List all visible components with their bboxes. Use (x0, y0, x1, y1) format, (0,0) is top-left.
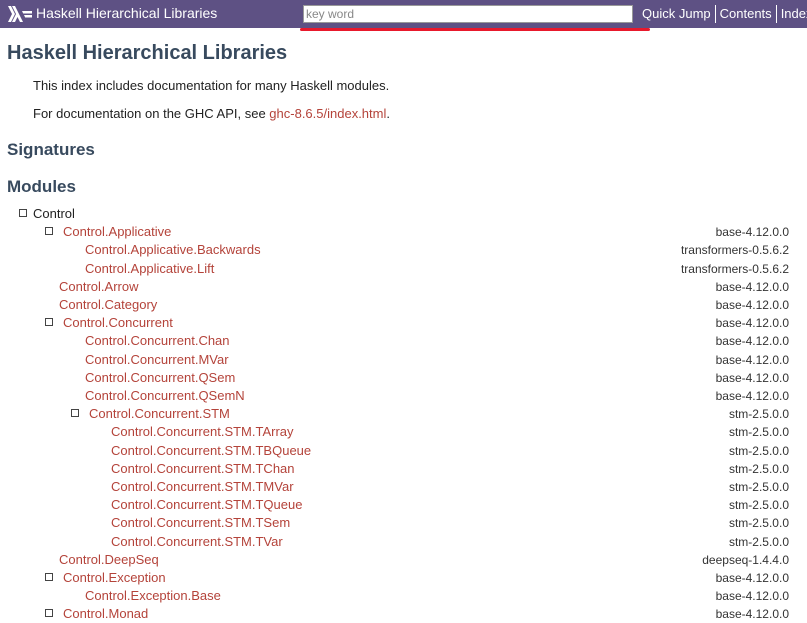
module-name[interactable]: Control.Arrow (59, 278, 138, 296)
module-package: base-4.12.0.0 (715, 316, 789, 331)
collapse-toggle-icon[interactable] (71, 409, 79, 418)
top-bar: Haskell Hierarchical Libraries Quick Jum… (0, 0, 807, 28)
index-link[interactable]: Index (775, 5, 807, 23)
module-row: Control.Concurrent.QSem base-4.12.0.0 (0, 369, 807, 387)
site-title[interactable]: Haskell Hierarchical Libraries (36, 5, 217, 21)
module-package: stm-2.5.0.0 (728, 480, 789, 494)
collapse-toggle-icon[interactable] (45, 318, 53, 327)
module-package: base-4.12.0.0 (715, 298, 789, 312)
module-package: base-4.12.0.0 (715, 279, 789, 294)
module-row: Control.Arrow base-4.12.0.0 (0, 278, 807, 296)
module-name[interactable]: Control.Concurrent.STM (89, 405, 230, 423)
module-package: transformers-0.5.6.2 (680, 261, 789, 276)
ghc-api-text: For documentation on the GHC API, see gh… (33, 106, 390, 121)
module-row: Control.Concurrent.STM.TArray stm-2.5.0.0 (0, 423, 807, 441)
module-row: Control.Category base-4.12.0.0 (0, 296, 807, 314)
module-package: deepseq-1.4.4.0 (702, 552, 789, 567)
module-name[interactable]: Control.Concurrent.Chan (85, 332, 230, 350)
intro-text: This index includes documentation for ma… (33, 78, 390, 93)
module-name[interactable]: Control.Concurrent.STM.TBQueue (111, 442, 311, 460)
module-name[interactable]: Control.Exception (63, 569, 166, 587)
ghc-api-prefix: For documentation on the GHC API, see (33, 106, 270, 121)
module-name[interactable]: Control.Exception.Base (85, 587, 221, 605)
module-package: base-4.12.0.0 (715, 607, 789, 622)
module-row: Control.Concurrent.STM.TVar stm-2.5.0.0 (0, 533, 807, 551)
ghc-api-suffix: . (386, 106, 390, 121)
collapse-toggle-icon[interactable] (45, 573, 53, 581)
modules-heading[interactable]: Modules (7, 177, 76, 197)
module-row: Control.Applicative.Backwards transformer… (0, 241, 807, 259)
module-package: stm-2.5.0.0 (728, 534, 789, 549)
module-row: Control.Exception base-4.12.0.0 (0, 569, 807, 587)
module-row: Control.Applicative.Lift transformers-0.5… (0, 260, 807, 278)
module-name[interactable]: Control.Concurrent.STM.TSem (111, 514, 290, 532)
collapse-toggle-icon[interactable] (19, 209, 27, 217)
module-name[interactable]: Control.Concurrent.STM.TMVar (111, 478, 294, 496)
module-package: base-4.12.0.0 (715, 334, 789, 349)
module-name[interactable]: Control.Concurrent.STM.TChan (111, 460, 295, 478)
page-title: Haskell Hierarchical Libraries (7, 42, 288, 64)
module-row: Control.Concurrent.STM.TQueue stm-2.5.0.0 (0, 496, 807, 514)
module-name[interactable]: Control.Concurrent.STM.TArray (111, 423, 294, 441)
search-input[interactable] (303, 5, 633, 23)
module-package: stm-2.5.0.0 (728, 425, 789, 440)
module-package: stm-2.5.0.0 (728, 516, 789, 531)
module-package: stm-2.5.0.0 (728, 443, 789, 458)
module-package: stm-2.5.0.0 (728, 407, 789, 422)
module-row: Control.Applicative base-4.12.0.0 (0, 223, 807, 241)
haskell-logo-icon[interactable] (8, 6, 32, 22)
module-row: Control.Concurrent.STM stm-2.5.0.0 (0, 405, 807, 423)
module-package: base-4.12.0.0 (715, 571, 789, 585)
module-package: stm-2.5.0.0 (728, 498, 789, 513)
module-row: Control.Concurrent.Chan base-4.12.0.0 (0, 332, 807, 350)
module-name[interactable]: Control.Concurrent.STM.TQueue (111, 496, 302, 514)
module-row: Control.Concurrent base-4.12.0.0 (0, 314, 807, 332)
module-name[interactable]: Control.Applicative.Lift (85, 260, 214, 278)
module-package: stm-2.5.0.0 (728, 461, 789, 476)
module-row: Control.DeepSeq deepseq-1.4.4.0 (0, 551, 807, 569)
module-name[interactable]: Control.Category (59, 296, 157, 314)
top-nav: Quick Jump Contents Index (638, 5, 807, 23)
module-name[interactable]: Control.Concurrent.QSemN (85, 387, 245, 405)
module-package: base-4.12.0.0 (715, 589, 789, 604)
module-row: Control.Concurrent.MVar base-4.12.0.0 (0, 351, 807, 369)
module-package: base-4.12.0.0 (715, 370, 789, 385)
quick-jump-link[interactable]: Quick Jump (638, 5, 715, 23)
module-name[interactable]: Control.Concurrent (63, 314, 173, 332)
module-name[interactable]: Control.Applicative.Backwards (85, 241, 261, 259)
collapse-toggle-icon[interactable] (45, 609, 53, 618)
module-row: Control.Concurrent.STM.TSem stm-2.5.0.0 (0, 514, 807, 532)
module-row: Control.Monad base-4.12.0.0 (0, 605, 807, 623)
collapse-toggle-icon[interactable] (45, 227, 53, 236)
signatures-heading[interactable]: Signatures (7, 140, 95, 160)
module-package: base-4.12.0.0 (715, 352, 789, 367)
module-package: base-4.12.0.0 (715, 389, 789, 403)
module-name[interactable]: Control.Monad (63, 605, 148, 623)
module-name[interactable]: Control.Applicative (63, 223, 171, 241)
module-name[interactable]: Control.Concurrent.STM.TVar (111, 533, 283, 551)
module-row: Control (0, 205, 807, 223)
module-package: base-4.12.0.0 (715, 225, 789, 240)
module-row: Control.Concurrent.STM.TChan stm-2.5.0.0 (0, 460, 807, 478)
module-name: Control (33, 206, 75, 221)
module-row: Control.Concurrent.QSemN base-4.12.0.0 (0, 387, 807, 405)
module-name[interactable]: Control.Concurrent.MVar (85, 351, 229, 369)
ghc-api-link[interactable]: ghc-8.6.5/index.html (269, 106, 386, 121)
module-row: Control.Concurrent.STM.TMVar stm-2.5.0.0 (0, 478, 807, 496)
contents-link[interactable]: Contents (714, 5, 776, 23)
module-name[interactable]: Control.Concurrent.QSem (85, 369, 235, 387)
module-row: Control.Concurrent.STM.TBQueue stm-2.5.0.… (0, 442, 807, 460)
module-name[interactable]: Control.DeepSeq (59, 551, 159, 569)
module-row: Control.Exception.Base base-4.12.0.0 (0, 587, 807, 605)
module-package: transformers-0.5.6.2 (680, 243, 789, 258)
search-highlight-underline (300, 28, 650, 31)
